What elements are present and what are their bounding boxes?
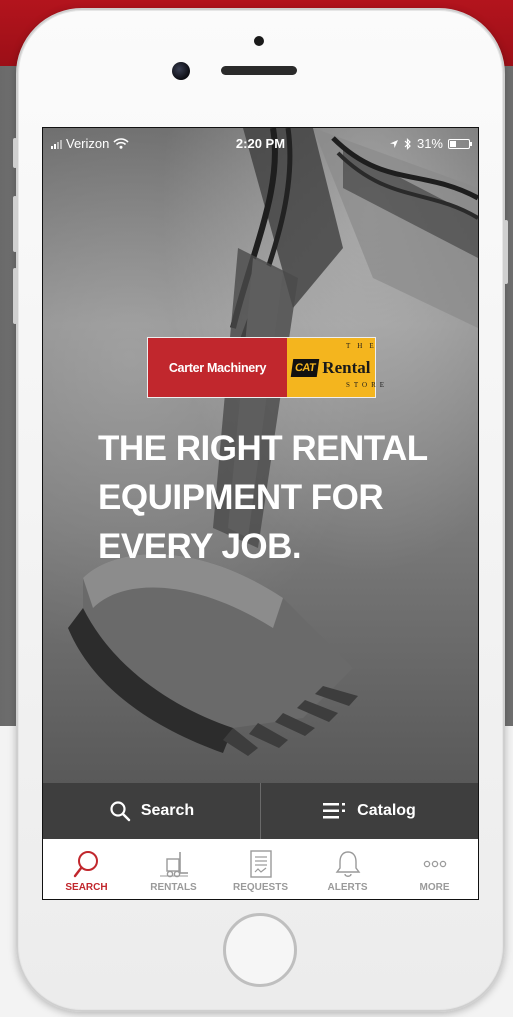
search-icon: [73, 851, 98, 878]
tab-bar: SEARCH RENTALS REQUESTS ALERTS MORE: [43, 839, 478, 899]
battery-fill: [450, 140, 456, 147]
tab-rentals[interactable]: RENTALS: [130, 839, 217, 899]
mute-switch: [13, 138, 17, 168]
tab-alerts[interactable]: ALERTS: [304, 839, 391, 899]
list-icon: [323, 803, 346, 819]
rental-word: Rental: [322, 357, 371, 377]
tab-search[interactable]: SEARCH: [43, 839, 130, 899]
bluetooth-icon: [404, 137, 411, 150]
headline-line: EVERY JOB.: [98, 527, 302, 566]
the-word: THE: [346, 342, 381, 350]
document-icon: [249, 850, 272, 878]
home-button[interactable]: [223, 913, 297, 987]
tab-requests[interactable]: REQUESTS: [217, 839, 304, 899]
catalog-button[interactable]: Catalog: [261, 783, 478, 839]
battery-icon: [448, 138, 472, 149]
power-button: [504, 220, 508, 284]
hero-headline: THE RIGHT RENTAL EQUIPMENT FOR EVERY JOB…: [98, 424, 458, 571]
location-arrow-icon: [389, 139, 398, 148]
headline-line: EQUIPMENT FOR: [98, 478, 384, 517]
app-screen: Verizon 2:20 PM 31% Carter Machinery CAT…: [42, 127, 479, 900]
headline-line: THE RIGHT RENTAL: [98, 429, 428, 468]
dealer-name: Carter Machinery: [148, 338, 287, 397]
tab-label: RENTALS: [150, 882, 197, 893]
status-bar: Verizon 2:20 PM 31%: [43, 128, 478, 158]
forklift-icon: [159, 852, 188, 878]
tab-label: ALERTS: [327, 882, 368, 893]
bell-icon: [335, 851, 360, 877]
volume-down-button: [13, 268, 17, 324]
tab-label: REQUESTS: [232, 882, 288, 893]
tab-more[interactable]: MORE: [391, 839, 478, 899]
more-icon: [423, 860, 446, 868]
tab-label: SEARCH: [65, 882, 108, 893]
volume-up-button: [13, 196, 17, 252]
cat-logo: CAT: [290, 358, 320, 377]
carter-machinery-cat-rental-store-logo: Carter Machinery CAT Rental THE STORE: [147, 337, 384, 398]
search-button[interactable]: Search: [43, 783, 260, 839]
earpiece-speaker: [221, 66, 297, 75]
proximity-sensor: [254, 36, 264, 46]
search-button-label: Search: [140, 802, 195, 819]
search-icon: [110, 801, 131, 822]
action-bar: Search Catalog: [43, 783, 478, 839]
store-word: STORE: [346, 381, 389, 389]
catalog-button-label: Catalog: [357, 802, 416, 819]
front-camera: [172, 62, 190, 80]
tab-label: MORE: [419, 882, 450, 893]
rental-store-mark: CAT Rental THE STORE: [287, 338, 384, 397]
battery-percentage: 31%: [416, 136, 443, 151]
